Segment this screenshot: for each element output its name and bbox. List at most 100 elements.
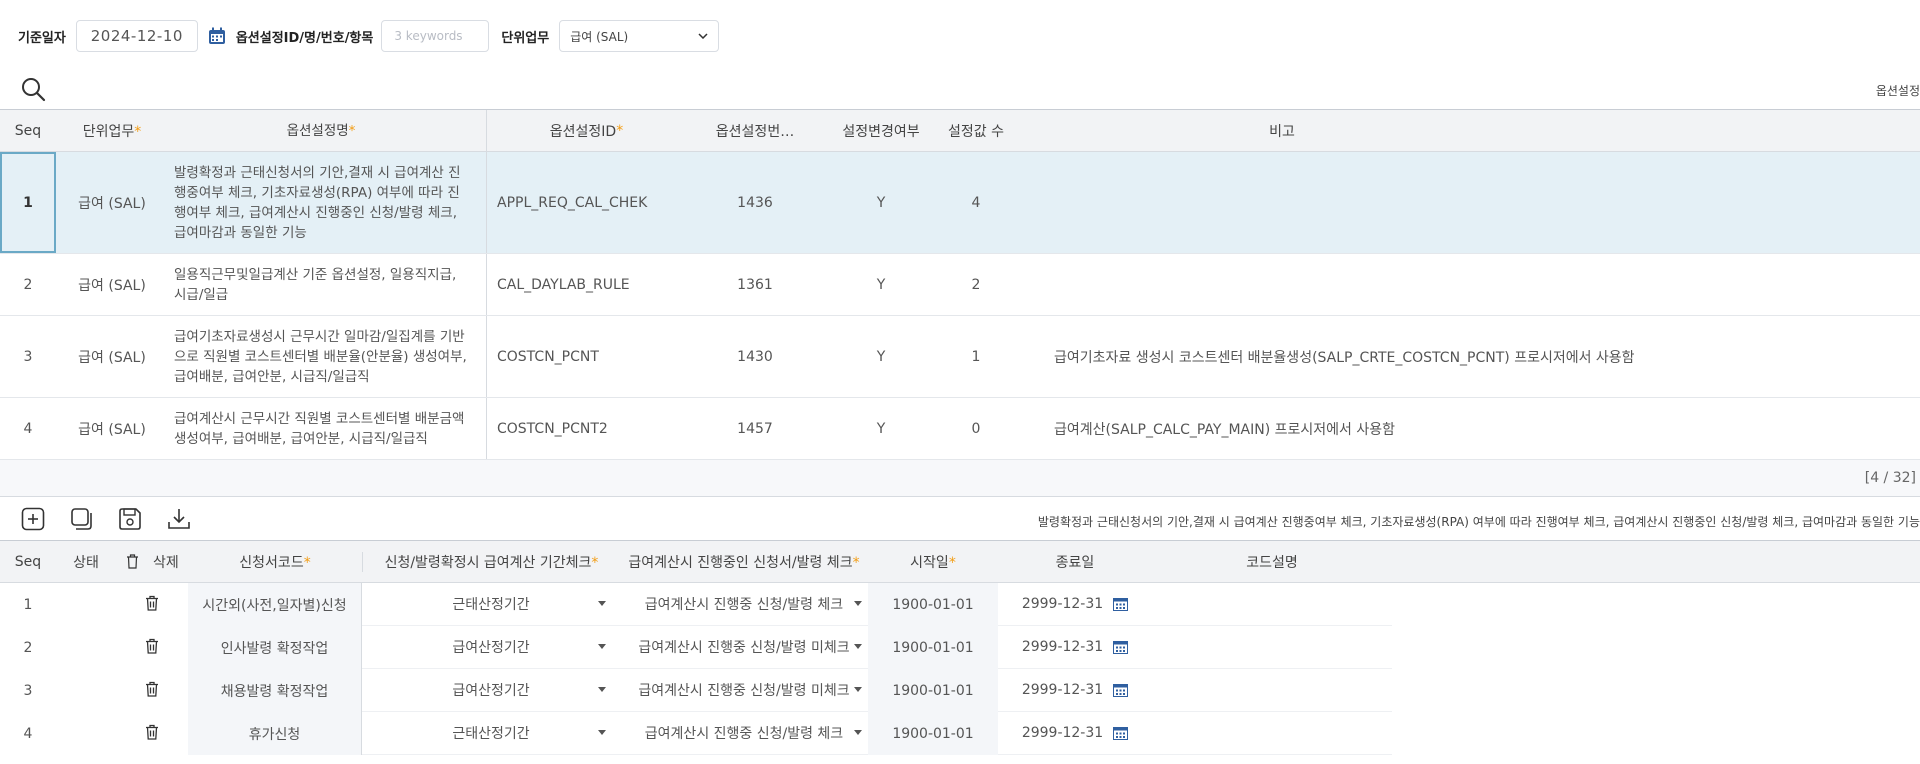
col-period-check[interactable]: 신청/발령확정시 급여계산 기간체크* xyxy=(362,551,620,572)
trash-icon[interactable] xyxy=(145,724,159,740)
col-changed[interactable]: 설정변경여부 xyxy=(824,121,938,141)
col-start-date[interactable]: 시작일* xyxy=(868,552,998,572)
col-seq[interactable]: Seq xyxy=(0,554,56,570)
row-code-desc[interactable] xyxy=(1152,712,1392,755)
row-unit: 급여 (SAL) xyxy=(78,195,146,212)
period-check-select[interactable]: 근태산정기간 xyxy=(362,583,620,626)
table-row[interactable]: 3 채용발령 확정작업 급여산정기간 급여계산시 진행중 신청/발령 미체크 1… xyxy=(0,669,1920,712)
progress-check-select[interactable]: 급여계산시 진행중 신청/발령 미체크 xyxy=(620,669,868,712)
table-row[interactable]: 4 급여 (SAL) 급여계산시 근무시간 직원별 코스트센터별 배분금액 생성… xyxy=(0,398,1920,460)
row-seq: 1 xyxy=(0,152,56,253)
row-seq: 2 xyxy=(23,639,33,656)
dropdown-arrow-icon xyxy=(598,644,606,649)
table-row[interactable]: 4 휴가신청 근태산정기간 급여계산시 진행중 신청/발령 체크 1900-01… xyxy=(0,712,1920,755)
dropdown-arrow-icon xyxy=(854,644,862,649)
row-end-date[interactable]: 2999-12-31 xyxy=(998,626,1152,669)
row-start-date[interactable]: 1900-01-01 xyxy=(868,712,998,755)
table-row[interactable]: 3 급여 (SAL) 급여기초자료생성시 근무시간 일마감/일집계를 기반으로 … xyxy=(0,316,1920,398)
row-start-date[interactable]: 1900-01-01 xyxy=(868,583,998,626)
col-unit[interactable]: 단위업무* xyxy=(56,121,168,141)
keyword-input[interactable] xyxy=(381,20,490,52)
col-progress-check[interactable]: 급여계산시 진행중인 신청서/발령 체크* xyxy=(620,552,868,572)
row-delete[interactable] xyxy=(116,681,188,701)
trash-icon[interactable] xyxy=(145,638,159,654)
row-end-date[interactable]: 2999-12-31 xyxy=(998,583,1152,626)
col-status[interactable]: 상태 xyxy=(56,552,116,572)
trash-icon[interactable] xyxy=(126,553,139,569)
detail-description: 발령확정과 근태신청서의 기안,결재 시 급여계산 진행중여부 체크, 기초자료… xyxy=(1037,515,1920,529)
unit-task-select[interactable]: 급여 (SAL) xyxy=(559,20,720,52)
dropdown-arrow-icon xyxy=(854,687,862,692)
row-start-date[interactable]: 1900-01-01 xyxy=(868,669,998,712)
row-delete[interactable] xyxy=(116,595,188,615)
row-changed: Y xyxy=(876,348,886,365)
col-code-desc[interactable]: 코드설명 xyxy=(1152,552,1392,572)
table-row[interactable]: 2 급여 (SAL) 일용직근무및일급계산 기준 옵션설정, 일용직지급, 시급… xyxy=(0,254,1920,316)
col-name[interactable]: 옵션설정명* xyxy=(168,121,486,141)
col-end-date[interactable]: 종료일 xyxy=(998,552,1152,572)
table-row[interactable]: 1 시간외(사전,일자별)신청 근태산정기간 급여계산시 진행중 신청/발령 체… xyxy=(0,583,1920,626)
row-code: 채용발령 확정작업 xyxy=(188,669,362,712)
save-icon[interactable] xyxy=(117,506,143,532)
period-check-select[interactable]: 급여산정기간 xyxy=(362,669,620,712)
row-changed: Y xyxy=(876,276,886,293)
row-delete[interactable] xyxy=(116,638,188,658)
row-note: 급여기초자료 생성시 코스트센터 배분율생성(SALP_CRTE_COSTCN_… xyxy=(1054,349,1635,366)
option-settings-label: 옵션설정 xyxy=(1875,84,1920,98)
end-date-value: 2999-12-31 xyxy=(1021,682,1104,698)
row-end-date[interactable]: 2999-12-31 xyxy=(998,669,1152,712)
calendar-icon[interactable] xyxy=(1113,640,1129,654)
col-seq[interactable]: Seq xyxy=(0,123,56,139)
table-row[interactable]: 2 인사발령 확정작업 급여산정기간 급여계산시 진행중 신청/발령 미체크 1… xyxy=(0,626,1920,669)
progress-check-select[interactable]: 급여계산시 진행중 신청/발령 체크 xyxy=(620,583,868,626)
grid-paging: [4 / 32] xyxy=(0,460,1920,496)
progress-check-select[interactable]: 급여계산시 진행중 신청/발령 체크 xyxy=(620,712,868,755)
calendar-icon[interactable] xyxy=(1113,597,1129,611)
row-count: 1 xyxy=(971,348,981,365)
detail-toolbar: 발령확정과 근태신청서의 기안,결재 시 급여계산 진행중여부 체크, 기초자료… xyxy=(0,506,1920,534)
col-num[interactable]: 옵션설정번… xyxy=(686,121,824,141)
row-code-desc[interactable] xyxy=(1152,583,1392,626)
dropdown-arrow-icon xyxy=(598,601,606,606)
option-settings-grid: Seq 단위업무* 옵션설정명* 옵션설정ID * 옵션설정번… 설정변경여부 설… xyxy=(0,109,1920,497)
trash-icon[interactable] xyxy=(145,595,159,611)
row-changed: Y xyxy=(876,420,886,437)
calendar-icon[interactable] xyxy=(1113,726,1129,740)
row-code-desc[interactable] xyxy=(1152,626,1392,669)
row-seq-cell[interactable]: 1 xyxy=(0,152,56,253)
dropdown-arrow-icon xyxy=(854,601,862,606)
search-icon[interactable] xyxy=(20,76,46,102)
row-unit: 급여 (SAL) xyxy=(78,277,146,294)
row-num: 1361 xyxy=(737,276,773,293)
col-note[interactable]: 비고 xyxy=(1014,121,1920,141)
col-delete[interactable]: 삭제 xyxy=(116,552,188,572)
progress-check-select[interactable]: 급여계산시 진행중 신청/발령 미체크 xyxy=(620,626,868,669)
base-date-input[interactable]: 2024-12-10 xyxy=(75,20,198,52)
calendar-icon[interactable] xyxy=(1113,683,1129,697)
table-row[interactable]: 1 급여 (SAL) 발령확정과 근태신청서의 기안,결재 시 급여계산 진행중… xyxy=(0,152,1920,254)
row-end-date[interactable]: 2999-12-31 xyxy=(998,712,1152,755)
row-start-date[interactable]: 1900-01-01 xyxy=(868,626,998,669)
calendar-icon[interactable] xyxy=(208,27,226,45)
end-date-value: 2999-12-31 xyxy=(1021,639,1104,655)
progress-check-value: 급여계산시 진행중 신청/발령 체크 xyxy=(644,726,844,742)
end-date-value: 2999-12-31 xyxy=(1021,596,1104,612)
copy-icon[interactable] xyxy=(69,506,95,532)
period-check-select[interactable]: 급여산정기간 xyxy=(362,626,620,669)
col-count[interactable]: 설정값 수 xyxy=(938,121,1014,141)
trash-icon[interactable] xyxy=(145,681,159,697)
row-seq: 3 xyxy=(23,682,33,699)
unit-task-value: 급여 (SAL) xyxy=(570,29,629,44)
row-seq: 4 xyxy=(23,420,33,437)
row-code-desc[interactable] xyxy=(1152,669,1392,712)
col-start-date-label: 시작일 xyxy=(910,554,949,571)
col-id-label: 옵션설정ID xyxy=(549,123,617,140)
period-check-select[interactable]: 근태산정기간 xyxy=(362,712,620,755)
download-icon[interactable] xyxy=(166,506,192,532)
row-count: 4 xyxy=(971,194,981,211)
add-icon[interactable] xyxy=(20,506,46,532)
col-code[interactable]: 신청서코드* xyxy=(188,552,362,572)
row-num: 1457 xyxy=(737,420,773,437)
col-id[interactable]: 옵션설정ID * xyxy=(486,110,686,151)
row-delete[interactable] xyxy=(116,724,188,744)
